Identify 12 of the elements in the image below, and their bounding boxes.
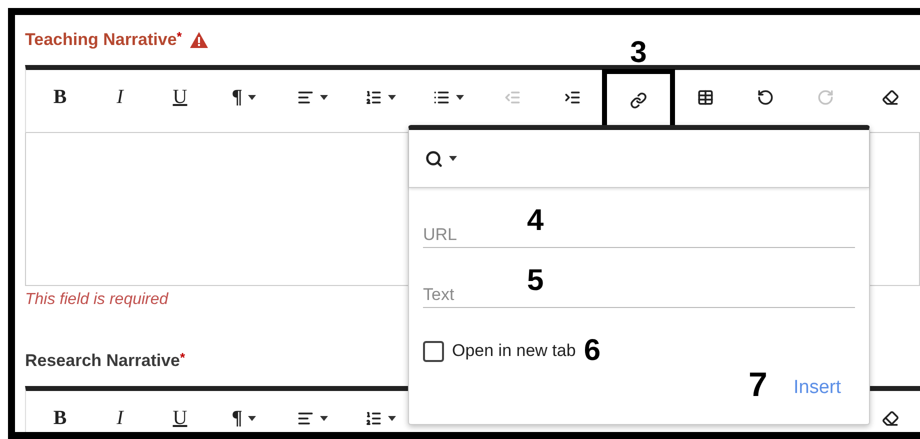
search-icon xyxy=(425,150,443,168)
callout-number: 5 xyxy=(527,266,544,296)
callout-number: 7 xyxy=(748,368,768,402)
error-message: This field is required xyxy=(25,290,168,310)
callout-number: 4 xyxy=(527,206,544,236)
checkbox[interactable] xyxy=(423,340,444,362)
callout-number: 3 xyxy=(630,38,647,68)
open-in-new-tab-checkbox[interactable]: Open in new tab xyxy=(423,338,576,364)
callout-number: 6 xyxy=(584,336,600,366)
caret-icon xyxy=(449,156,457,161)
field-label: Research Narrative* xyxy=(25,349,186,372)
field-label: Teaching Narrative* xyxy=(25,28,182,52)
